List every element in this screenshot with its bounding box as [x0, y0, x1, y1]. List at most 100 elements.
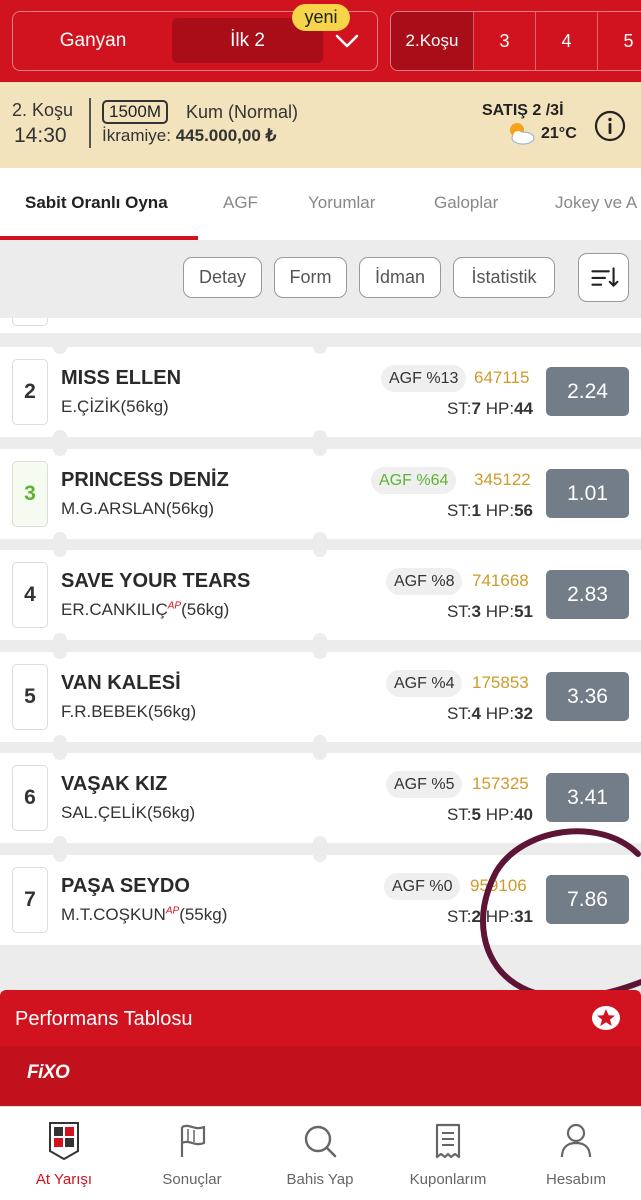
race-tabs: 2.Koşu 3 4 5 — [390, 11, 641, 71]
nav-sonuclar[interactable]: Sonuçlar — [128, 1107, 256, 1200]
new-badge: yeni — [292, 4, 350, 31]
search-icon — [304, 1125, 337, 1158]
idman-button[interactable]: İdman — [359, 257, 441, 298]
receipt-icon — [435, 1123, 461, 1159]
distance-badge: 1500M — [102, 100, 168, 124]
detay-button[interactable]: Detay — [183, 257, 262, 298]
st-hp: ST:1 HP:56 — [446, 501, 533, 520]
partly-cloudy-icon — [510, 123, 535, 145]
prize: İkramiye: 445.000,00 ₺ — [102, 126, 276, 146]
st-hp: ST:4 HP:32 — [446, 704, 533, 723]
divider — [89, 98, 91, 148]
bet-count: 157325 — [472, 774, 529, 793]
agf-badge: AGF %5 — [386, 771, 463, 798]
runner-card[interactable]: 7 PAŞA SEYDO M.T.COŞKUNAP(55kg) AGF %0 9… — [0, 848, 641, 945]
runner-card[interactable]: 6 VAŞAK KIZ SAL.ÇELİK(56kg) AGF %5 15732… — [0, 746, 641, 850]
race-tab-4[interactable]: 4 — [536, 12, 598, 70]
star-badge-icon — [592, 1006, 620, 1030]
horse-racing-logo-icon — [49, 1122, 79, 1161]
nav-kuponlarim[interactable]: Kuponlarım — [384, 1107, 512, 1200]
agf-badge: AGF %64 — [371, 467, 457, 494]
runner-number: 5 — [12, 664, 48, 730]
agf-badge: AGF %4 — [386, 670, 463, 697]
tab-jokey[interactable]: Jokey ve A — [555, 193, 637, 213]
agf-badge: AGF %13 — [381, 365, 467, 392]
istatistik-button[interactable]: İstatistik — [453, 257, 555, 298]
bet-count: 959106 — [470, 876, 527, 895]
race-number: 2. Koşu — [12, 100, 74, 120]
nav-at-yarisi[interactable]: At Yarışı — [0, 1107, 128, 1200]
race-tab-2[interactable]: 2.Koşu — [391, 12, 474, 70]
bottom-nav: At Yarışı Sonuçlar Bahis Yap Kuponlarım … — [0, 1106, 641, 1200]
odds-button[interactable]: 3.41 — [546, 773, 629, 822]
bet-count: 647115 — [474, 368, 530, 387]
jockey: F.R.BEBEK(56kg) — [61, 702, 197, 721]
runner-card[interactable]: 3 PRINCESS DENİZ M.G.ARSLAN(56kg) AGF %6… — [0, 442, 641, 546]
sales-info: SATIŞ 2 /3İ — [482, 102, 564, 119]
fixo-banner[interactable]: FiXO — [0, 1046, 641, 1106]
bet-count: 175853 — [472, 673, 529, 692]
performance-banner[interactable]: Performans Tablosu — [0, 990, 641, 1046]
st-hp: ST:7 HP:44 — [446, 399, 533, 418]
runner-number: 2 — [12, 359, 48, 425]
runner-card[interactable]: 4 SAVE YOUR TEARS ER.CANKILIÇAP(56kg) AG… — [0, 543, 641, 647]
horse-name: VAN KALESİ — [61, 672, 181, 694]
race-tab-5[interactable]: 5 — [598, 12, 641, 70]
tab-yorumlar[interactable]: Yorumlar — [308, 193, 375, 213]
bet-count: 345122 — [474, 470, 531, 489]
jockey: M.G.ARSLAN(56kg) — [61, 499, 215, 518]
odds-button[interactable]: 2.83 — [546, 570, 629, 619]
horse-name: PRINCESS DENİZ — [61, 469, 229, 491]
list-item — [0, 318, 641, 333]
tab-agf[interactable]: AGF — [223, 193, 258, 213]
horse-name: SAVE YOUR TEARS — [61, 570, 251, 592]
sort-icon[interactable] — [578, 253, 629, 302]
runner-card[interactable]: 5 VAN KALESİ F.R.BEBEK(56kg) AGF %4 1758… — [0, 645, 641, 749]
jockey: ER.CANKILIÇAP(56kg) — [61, 600, 230, 619]
prize-value: 445.000,00 ₺ — [175, 126, 277, 145]
tab-sabit-oranli[interactable]: Sabit Oranlı Oyna — [25, 193, 168, 213]
runner-number: 3 — [12, 461, 48, 527]
temperature: 21°C — [541, 125, 577, 142]
st-hp: ST:2 HP:31 — [446, 907, 533, 926]
horse-name: PAŞA SEYDO — [61, 875, 190, 897]
agf-badge: AGF %8 — [386, 568, 463, 595]
bet-type-ganyan[interactable]: Ganyan — [13, 12, 173, 69]
jockey: M.T.COŞKUNAP(55kg) — [61, 905, 228, 924]
form-button[interactable]: Form — [274, 257, 347, 298]
runner-number: 6 — [12, 765, 48, 831]
tab-galoplar[interactable]: Galoplar — [434, 193, 498, 213]
performance-title: Performans Tablosu — [15, 1008, 193, 1030]
horse-list: 2 MISS ELLEN E.ÇİZİK(56kg) AGF %13 64711… — [0, 318, 641, 948]
horse-name: VAŞAK KIZ — [61, 773, 168, 795]
race-info-bar: 2. Koşu 14:30 1500M Kum (Normal) İkramiy… — [0, 82, 641, 168]
race-tab-3[interactable]: 3 — [474, 12, 536, 70]
filter-row: Detay Form İdman İstatistik — [0, 240, 641, 318]
horse-name: MISS ELLEN — [61, 367, 182, 389]
track-surface: Kum (Normal) — [186, 102, 299, 122]
info-icon[interactable] — [594, 110, 626, 142]
odds-button[interactable]: 7.86 — [546, 875, 629, 924]
st-hp: ST:5 HP:40 — [446, 805, 533, 824]
odds-button[interactable]: 3.36 — [546, 672, 629, 721]
jockey: SAL.ÇELİK(56kg) — [61, 803, 196, 822]
prize-label: İkramiye: — [102, 126, 171, 145]
agf-badge: AGF %0 — [384, 873, 461, 900]
odds-button[interactable]: 1.01 — [546, 469, 629, 518]
fixo-logo: FiXO — [27, 1062, 70, 1083]
runner-number: 7 — [12, 867, 48, 933]
flag-icon — [180, 1124, 206, 1157]
race-time: 14:30 — [14, 124, 67, 147]
user-icon — [560, 1123, 592, 1158]
runner-number: 4 — [12, 562, 48, 628]
content-tabs: Sabit Oranlı Oyna AGF Yorumlar Galoplar … — [0, 168, 641, 240]
odds-button[interactable]: 2.24 — [546, 367, 629, 416]
top-bar: Ganyan İlk 2 yeni 2.Koşu 3 4 5 — [0, 0, 641, 82]
jockey: E.ÇİZİK(56kg) — [61, 397, 169, 416]
runner-card[interactable]: 2 MISS ELLEN E.ÇİZİK(56kg) AGF %13 64711… — [0, 340, 641, 444]
nav-hesabim[interactable]: Hesabım — [512, 1107, 640, 1200]
bet-count: 741668 — [472, 571, 529, 590]
runner-number — [12, 318, 48, 326]
nav-bahis-yap[interactable]: Bahis Yap — [256, 1107, 384, 1200]
st-hp: ST:3 HP:51 — [446, 602, 533, 621]
